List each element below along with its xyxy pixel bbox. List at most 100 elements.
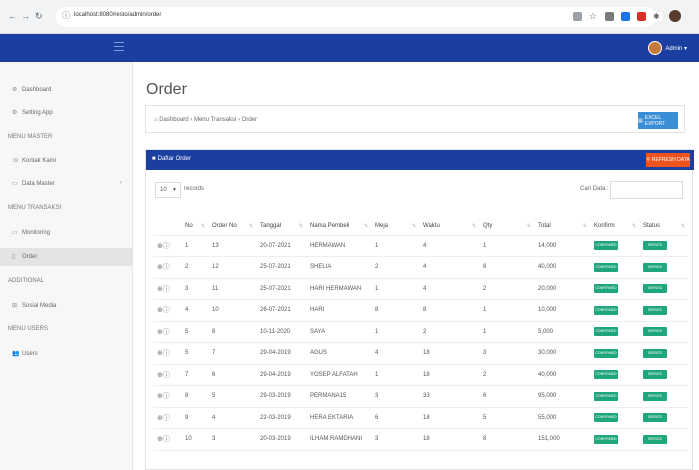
sort-icon[interactable]: ⇅ [249,223,253,229]
star-icon[interactable]: ☆ [589,11,598,21]
hamburger-icon[interactable] [114,42,124,54]
sidebar-item-data-master[interactable]: ▭ Data Master [12,180,55,188]
table-row: ⊕ⓘ 2 12 25-07-2021 SHELIA 2 4 8 40,000 CONFIRMED S… [153,256,688,279]
confirmed-badge[interactable]: CONFIRMED [594,348,618,358]
confirmed-badge[interactable]: CONFIRMED [594,327,618,337]
sidebar-item-users[interactable]: 👥 Users [12,350,38,358]
reload-icon[interactable]: ↻ [35,11,43,22]
cell-konfirm: CONFIRMED [590,385,639,408]
sidebar-item-order[interactable]: ▯ Order [12,253,37,261]
column-header[interactable]: Total ⇅ [534,218,590,236]
column-header[interactable]: Tanggal ⇅ [256,218,306,236]
excel-export-button[interactable]: ▤ EXCEL EXPORT [638,112,678,129]
sort-icon[interactable]: ⇅ [201,223,205,229]
site-info-icon[interactable]: ⓘ [62,10,70,21]
extension-icon[interactable] [621,11,630,21]
order-table: No ⇅ Order No ⇅ Tanggal ⇅ Nama Pembeli ⇅ Meja ⇅ Wa… [153,218,688,451]
extension-icon[interactable] [637,11,646,21]
cell-meja: 8 [371,299,419,322]
search-input[interactable] [610,181,683,199]
row-actions[interactable]: ⊕ⓘ [153,256,181,279]
cell-order: 13 [208,235,256,257]
extension-icon[interactable] [605,11,614,21]
chevron-left-icon[interactable]: ‹ [120,180,122,186]
avatar [648,41,663,55]
status-badge[interactable]: SERVED [643,327,667,337]
cell-konfirm: CONFIRMED [590,364,639,386]
sidebar-item-setting-app[interactable]: ⚙ Setting App [12,109,53,117]
cell-konfirm: CONFIRMED [590,235,639,257]
row-actions[interactable]: ⊕ⓘ [153,428,181,451]
confirmed-badge[interactable]: CONFIRMED [594,305,618,315]
sort-icon[interactable]: ⇅ [299,223,303,229]
confirmed-badge[interactable]: CONFIRMED [594,284,618,294]
sort-icon[interactable]: ⇅ [527,223,531,229]
row-actions[interactable]: ⊕ⓘ [153,278,181,300]
cell-meja: 2 [371,256,419,279]
column-header[interactable]: No ⇅ [181,218,208,236]
status-badge[interactable]: SERVED [643,413,667,423]
row-actions[interactable]: ⊕ⓘ [153,299,181,322]
column-header[interactable]: Konfirm ⇅ [590,218,639,236]
back-icon[interactable]: ← [8,11,17,21]
sidebar-item-sosial-media[interactable]: ⊞ Sosial Media [12,302,56,310]
sidebar-item-monitoring[interactable]: ▭ Monitoring [12,229,50,237]
sort-icon[interactable]: ⇅ [472,223,476,229]
column-header[interactable]: Status ⇅ [639,218,688,236]
sort-icon[interactable]: ⇅ [681,223,685,229]
sort-icon[interactable]: ⇅ [632,223,636,229]
extension-icon[interactable] [573,11,582,21]
confirmed-badge[interactable]: CONFIRMED [594,413,618,423]
sidebar-item-kontak-kami[interactable]: ☏ Kontak Kami [12,157,57,165]
cell-konfirm: CONFIRMED [590,299,639,322]
sort-icon[interactable]: ⇅ [583,223,587,229]
puzzle-icon[interactable]: ✱ [653,11,662,21]
row-actions[interactable]: ⊕ⓘ [153,235,181,257]
refresh-button[interactable]: ⚲ REFRESH DATA [646,153,690,167]
column-header[interactable]: Waktu ⇅ [419,218,479,236]
records-per-page-select[interactable]: 10 ▼ [155,182,181,198]
user-menu[interactable]: Admin ▾ [648,41,687,55]
cell-meja: 1 [371,321,419,343]
share-icon: ⊞ [12,303,18,309]
sidebar-item-label: Kontak Kami [22,157,57,164]
profile-avatar[interactable] [669,10,681,22]
column-header-label: Meja [375,223,389,230]
row-actions[interactable]: ⊕ⓘ [153,407,181,429]
column-header[interactable]: Meja ⇅ [371,218,419,236]
row-actions[interactable]: ⊕ⓘ [153,321,181,343]
column-header[interactable]: Qty ⇅ [479,218,534,236]
column-header[interactable]: Order No ⇅ [208,218,256,236]
sort-icon[interactable]: ⇅ [412,223,416,229]
confirmed-badge[interactable]: CONFIRMED [594,391,618,401]
confirmed-badge[interactable]: CONFIRMED [594,241,618,251]
url-text[interactable]: localhost:8080/resto/admin/order [74,12,161,18]
status-badge[interactable]: SERVED [643,434,667,444]
row-actions[interactable]: ⊕ⓘ [153,342,181,365]
breadcrumb[interactable]: ⌂ Dashboard › Menu Transaksi › Order [154,117,257,123]
sidebar-item-dashboard[interactable]: ⊕ Dashboard [12,86,51,94]
status-badge[interactable]: SERVED [643,284,667,294]
sidebar-heading-transaksi: MENU TRANSAKSI [8,205,62,211]
status-badge[interactable]: SERVED [643,262,667,272]
table-row: ⊕ⓘ 4 10 26-07-2021 HARI 8 8 1 10,000 CONFIRMED SER… [153,299,688,322]
confirmed-badge[interactable]: CONFIRMED [594,434,618,444]
status-badge[interactable]: SERVED [643,391,667,401]
cell-total: 40,000 [534,256,590,279]
status-badge[interactable]: SERVED [643,370,667,380]
confirmed-badge[interactable]: CONFIRMED [594,262,618,272]
status-badge[interactable]: SERVED [643,241,667,251]
cell-total: 95,000 [534,385,590,408]
forward-icon[interactable]: → [21,11,30,21]
status-badge[interactable]: SERVED [643,305,667,315]
cell-nama: SAYA [306,321,371,343]
column-header[interactable]: Nama Pembeli ⇅ [306,218,371,236]
sort-icon[interactable]: ⇅ [364,223,368,229]
status-badge[interactable]: SERVED [643,348,667,358]
row-actions[interactable]: ⊕ⓘ [153,385,181,408]
confirmed-badge[interactable]: CONFIRMED [594,370,618,380]
cell-tanggal: 29-03-2019 [256,385,306,408]
records-per-page-value: 10 [160,187,167,193]
row-actions[interactable]: ⊕ⓘ [153,364,181,386]
cell-status: SERVED [639,364,688,386]
